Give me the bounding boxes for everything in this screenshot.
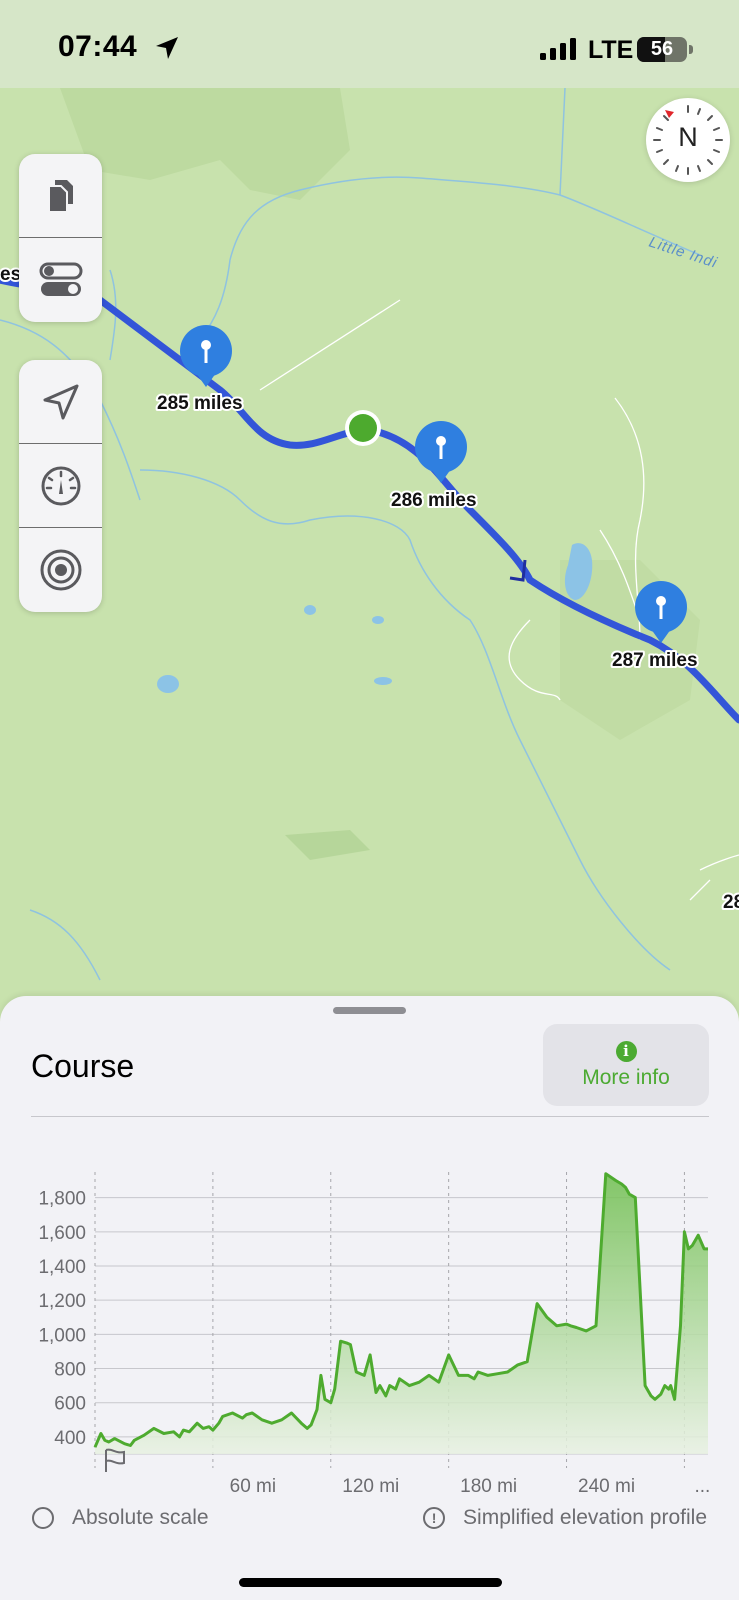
gauge-icon [41, 466, 80, 505]
exclamation-icon: ! [423, 1507, 446, 1529]
mile-marker-pin[interactable] [180, 325, 232, 387]
elevation-area [95, 1173, 708, 1454]
more-info-button[interactable]: i More info [543, 1024, 709, 1106]
x-tick-label: 180 mi [460, 1476, 517, 1492]
home-indicator [239, 1578, 502, 1587]
x-tick-label: ... [695, 1476, 711, 1492]
battery-percent: 56 [650, 38, 674, 60]
target-button[interactable] [19, 528, 102, 612]
documents-button[interactable] [19, 154, 102, 238]
y-tick-label: 1,000 [38, 1325, 86, 1346]
mile-marker-label: 287 miles [612, 650, 698, 671]
elevation-chart[interactable]: 1,800 1,600 1,400 1,200 1,000 800 600 400 60 mi… [0, 1172, 739, 1492]
cellular-signal-icon [540, 38, 576, 60]
sheet-divider [31, 1116, 709, 1117]
sheet-grabber[interactable] [333, 1007, 406, 1014]
terrain-patch [60, 88, 350, 200]
y-tick-label: 800 [54, 1360, 86, 1381]
compass-north-label: N [678, 122, 698, 152]
x-tick-label: 60 mi [230, 1476, 276, 1492]
battery-icon: 56 [637, 37, 687, 62]
mile-marker-label: 286 miles [391, 490, 477, 511]
info-icon: i [615, 1040, 637, 1062]
map-canvas[interactable]: 285 miles 286 miles 287 miles es 28 Litt… [0, 88, 739, 1008]
x-tick-label: 240 mi [578, 1476, 635, 1492]
navigation-button[interactable] [19, 360, 102, 444]
mile-marker-label: 285 miles [157, 393, 243, 414]
simplified-profile-notice[interactable]: ! Simplified elevation profile [423, 1506, 707, 1530]
y-tick-label: 1,800 [38, 1189, 86, 1210]
simplified-profile-label: Simplified elevation profile [463, 1506, 707, 1529]
y-tick-label: 400 [54, 1428, 86, 1449]
map-tools-group-bottom [19, 360, 102, 612]
status-time: 07:44 [58, 30, 138, 63]
y-tick-label: 600 [54, 1394, 86, 1415]
location-services-icon [156, 37, 178, 59]
absolute-scale-toggle[interactable]: Absolute scale [32, 1506, 209, 1530]
map-tools-group-top [19, 154, 102, 322]
y-tick-label: 1,400 [38, 1257, 86, 1278]
x-tick-label: 120 mi [342, 1476, 399, 1492]
y-tick-label: 1,200 [38, 1291, 86, 1312]
documents-icon [47, 179, 73, 213]
more-info-label: More info [582, 1065, 670, 1089]
map-view[interactable]: 285 miles 286 miles 287 miles es 28 Litt… [0, 88, 739, 1008]
edge-label-left: es [0, 264, 21, 285]
radio-unchecked-icon [32, 1507, 54, 1529]
terrain-patch [285, 830, 370, 860]
y-tick-label: 1,600 [38, 1223, 86, 1244]
ponds [157, 543, 593, 693]
target-icon [40, 549, 81, 591]
status-bar: 07:44 LTE 56 [0, 0, 739, 88]
navigation-arrow-icon [43, 384, 78, 419]
gauge-button[interactable] [19, 444, 102, 528]
edge-label-right: 28 [723, 892, 739, 913]
battery-tip [689, 45, 693, 54]
river-label: Little Indi [647, 234, 720, 272]
compass-button[interactable]: N [646, 98, 730, 182]
absolute-scale-label: Absolute scale [72, 1506, 209, 1529]
network-type: LTE [588, 36, 634, 64]
toggles-icon [39, 262, 82, 296]
sheet-title: Course [31, 1048, 135, 1084]
mile-marker-pin[interactable] [415, 421, 467, 483]
toggles-button[interactable] [19, 238, 102, 322]
